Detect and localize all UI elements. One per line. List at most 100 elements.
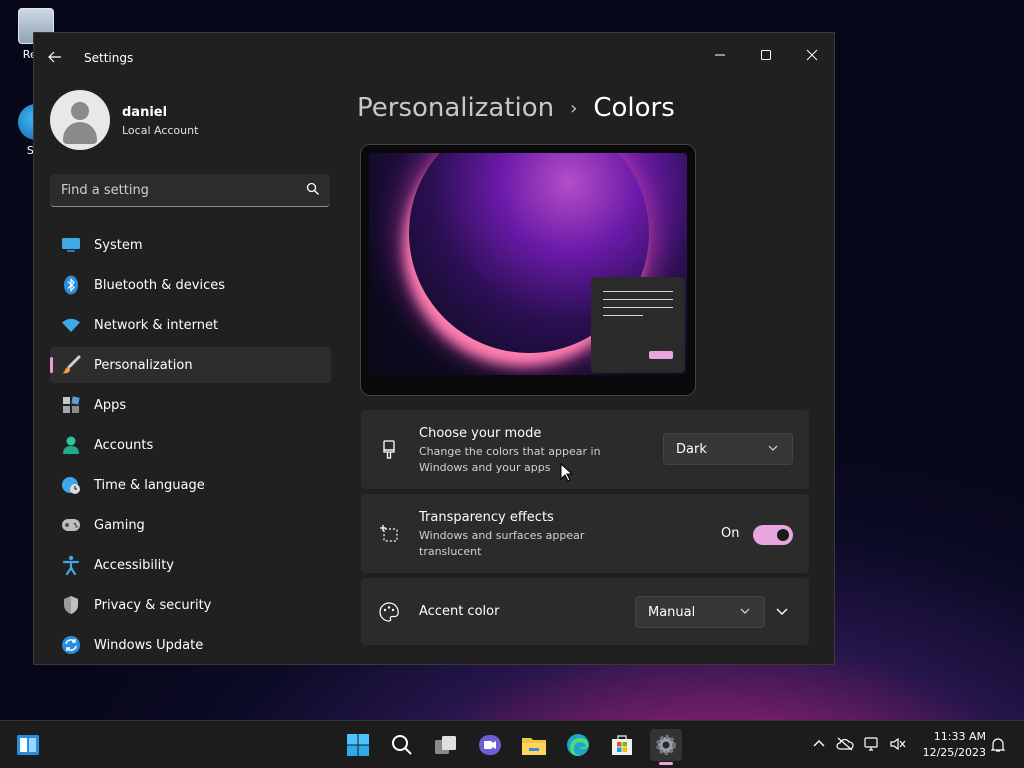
breadcrumb: Personalization › Colors xyxy=(357,93,675,123)
store-button[interactable] xyxy=(606,729,638,761)
search-icon xyxy=(306,182,319,195)
sidebar-item-accessibility[interactable]: Accessibility xyxy=(50,547,331,583)
sidebar-item-label: Personalization xyxy=(94,357,193,373)
preview-window xyxy=(591,277,685,373)
chat-button[interactable] xyxy=(474,729,506,761)
show-hidden-icons-button[interactable] xyxy=(812,737,826,755)
clock-date: 12/25/2023 xyxy=(922,746,986,759)
widgets-button[interactable] xyxy=(12,729,44,761)
toggle-knob xyxy=(777,529,789,541)
mode-dropdown[interactable]: Dark xyxy=(663,433,793,465)
wifi-icon xyxy=(60,315,82,335)
theme-preview xyxy=(360,144,696,396)
preview-accent-button xyxy=(649,351,673,359)
minimize-icon xyxy=(715,54,725,56)
expand-button[interactable] xyxy=(775,604,795,620)
file-explorer-button[interactable] xyxy=(518,729,550,761)
gaming-icon xyxy=(60,515,82,535)
accent-card[interactable]: Accent color Manual xyxy=(361,578,809,645)
chevron-down-icon xyxy=(768,445,778,451)
chevron-down-icon xyxy=(740,608,750,614)
sidebar-item-label: Accessibility xyxy=(94,557,174,573)
maximize-button[interactable] xyxy=(743,39,789,71)
start-button[interactable] xyxy=(342,729,374,761)
page-title: Colors xyxy=(593,93,675,123)
accounts-icon xyxy=(60,435,82,455)
settings-window: Settings daniel Local Account Find a set… xyxy=(33,32,835,665)
system-icon xyxy=(60,235,82,255)
transparency-toggle[interactable] xyxy=(753,525,793,545)
account-type: Local Account xyxy=(122,124,199,137)
task-view-button[interactable] xyxy=(430,729,462,761)
sidebar-item-label: Network & internet xyxy=(94,317,219,333)
gear-icon xyxy=(656,735,676,755)
sidebar-item-gaming[interactable]: Gaming xyxy=(50,507,331,543)
minimize-button[interactable] xyxy=(697,39,743,71)
mode-dropdown-value: Dark xyxy=(676,441,707,457)
close-icon xyxy=(806,49,818,61)
sidebar-item-apps[interactable]: Apps xyxy=(50,387,331,423)
accessibility-icon xyxy=(60,555,82,575)
network-tray-button[interactable] xyxy=(864,737,880,755)
sidebar-item-windows-update[interactable]: Windows Update xyxy=(50,627,331,663)
sidebar-item-label: System xyxy=(94,237,143,253)
taskbar: 11:33 AM 12/25/2023 xyxy=(0,720,1024,768)
maximize-icon xyxy=(761,50,771,60)
search-button[interactable] xyxy=(386,729,418,761)
close-button[interactable] xyxy=(789,39,834,71)
task-view-icon xyxy=(435,736,456,754)
transparency-description: Windows and surfaces appear translucent xyxy=(419,529,585,558)
mouse-cursor-icon xyxy=(560,463,574,482)
title-bar[interactable]: Settings xyxy=(34,33,834,83)
transparency-card: Transparency effects Windows and surface… xyxy=(361,494,809,573)
sidebar-item-label: Accounts xyxy=(94,437,154,453)
sidebar-item-label: Privacy & security xyxy=(94,597,212,613)
palette-icon xyxy=(379,602,399,622)
settings-taskbar-button[interactable] xyxy=(650,729,682,765)
edge-button[interactable] xyxy=(562,729,594,761)
chevron-down-icon xyxy=(776,608,788,615)
sidebar-item-privacy[interactable]: Privacy & security xyxy=(50,587,331,623)
chat-icon xyxy=(479,735,501,755)
volume-tray-button[interactable] xyxy=(890,737,906,755)
sidebar-item-personalization[interactable]: Personalization xyxy=(50,347,331,383)
breadcrumb-separator: › xyxy=(570,97,578,119)
bluetooth-icon xyxy=(60,275,82,295)
mode-card: Choose your mode Change the colors that … xyxy=(361,410,809,489)
windows-logo-icon xyxy=(347,734,369,756)
breadcrumb-parent[interactable]: Personalization xyxy=(357,93,554,123)
accent-dropdown-value: Manual xyxy=(648,604,696,620)
volume-muted-icon xyxy=(890,737,906,751)
search-input[interactable]: Find a setting xyxy=(61,183,149,198)
back-button[interactable] xyxy=(48,49,72,69)
sidebar-item-label: Apps xyxy=(94,397,127,413)
sidebar-item-bluetooth[interactable]: Bluetooth & devices xyxy=(50,267,331,303)
onedrive-tray-button[interactable] xyxy=(836,737,854,755)
arrow-left-icon xyxy=(48,51,61,63)
update-icon xyxy=(60,635,82,655)
time-language-icon xyxy=(60,475,82,495)
store-icon xyxy=(612,735,632,755)
shield-icon xyxy=(60,595,82,615)
transparency-state-label: On xyxy=(721,526,740,541)
user-name: daniel xyxy=(122,105,168,120)
taskbar-clock[interactable]: 11:33 AM 12/25/2023 xyxy=(916,729,986,761)
accent-dropdown[interactable]: Manual xyxy=(635,596,765,628)
transparency-icon xyxy=(379,524,399,544)
mode-description: Change the colors that appear in Windows… xyxy=(419,445,601,474)
notifications-button[interactable] xyxy=(990,737,1006,757)
search-icon xyxy=(392,735,412,755)
network-icon xyxy=(864,737,878,751)
cloud-offline-icon xyxy=(836,737,854,751)
avatar xyxy=(50,90,110,150)
mode-title: Choose your mode xyxy=(419,426,542,441)
sidebar-item-system[interactable]: System xyxy=(50,227,331,263)
window-title: Settings xyxy=(84,51,134,65)
search-box[interactable]: Find a setting xyxy=(50,174,330,207)
sidebar-item-time-language[interactable]: Time & language xyxy=(50,467,331,503)
chevron-up-icon xyxy=(813,740,825,747)
folder-icon xyxy=(522,738,546,755)
user-profile[interactable]: daniel Local Account xyxy=(50,90,340,152)
sidebar-item-network[interactable]: Network & internet xyxy=(50,307,331,343)
sidebar-item-accounts[interactable]: Accounts xyxy=(50,427,331,463)
